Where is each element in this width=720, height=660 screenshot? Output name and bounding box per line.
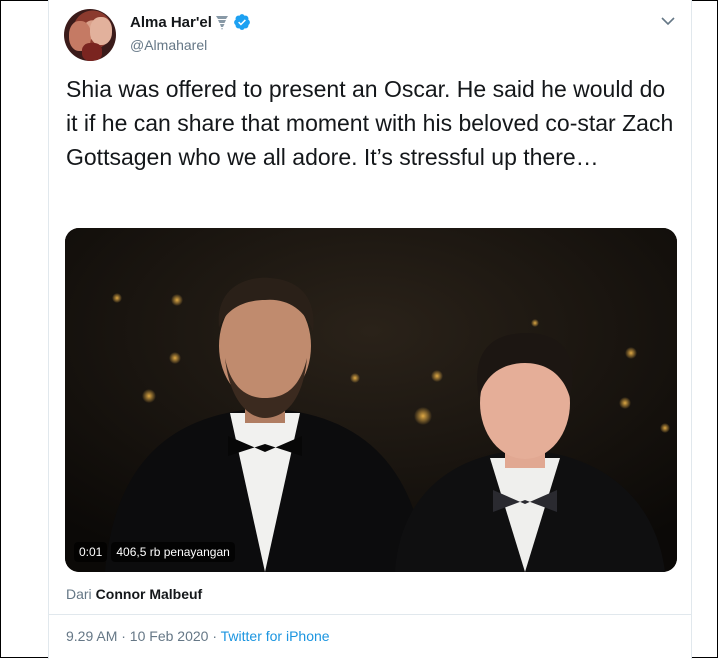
attribution-author-link[interactable]: Connor Malbeuf: [96, 586, 203, 602]
verified-badge-icon: [233, 13, 251, 31]
video-player[interactable]: [65, 228, 677, 572]
tweet-timestamp[interactable]: 9.29 AM · 10 Feb 2020: [66, 628, 208, 644]
video-time: 0:01: [74, 542, 108, 562]
avatar[interactable]: [64, 9, 116, 61]
tweet-text: Shia was offered to present an Oscar. He…: [66, 76, 674, 170]
attribution: Dari Connor Malbeuf: [66, 586, 202, 602]
video-frame: [65, 228, 677, 572]
divider: [49, 614, 691, 615]
video-badges: 0:01 406,5 rb penayangan: [74, 542, 235, 562]
tornado-emoji-icon: [215, 14, 229, 30]
meta-separator: ·: [208, 628, 221, 644]
author-name[interactable]: Alma Har'el: [130, 14, 212, 31]
video-views: 406,5 rb penayangan: [111, 542, 235, 562]
attribution-prefix: Dari: [66, 586, 92, 602]
chevron-down-icon[interactable]: [660, 14, 676, 26]
author-handle[interactable]: @Almaharel: [130, 37, 207, 53]
tweet-meta: 9.29 AM · 10 Feb 2020 · Twitter for iPho…: [66, 628, 330, 644]
author-row: Alma Har'el: [130, 13, 251, 31]
tweet-source-link[interactable]: Twitter for iPhone: [221, 628, 330, 644]
